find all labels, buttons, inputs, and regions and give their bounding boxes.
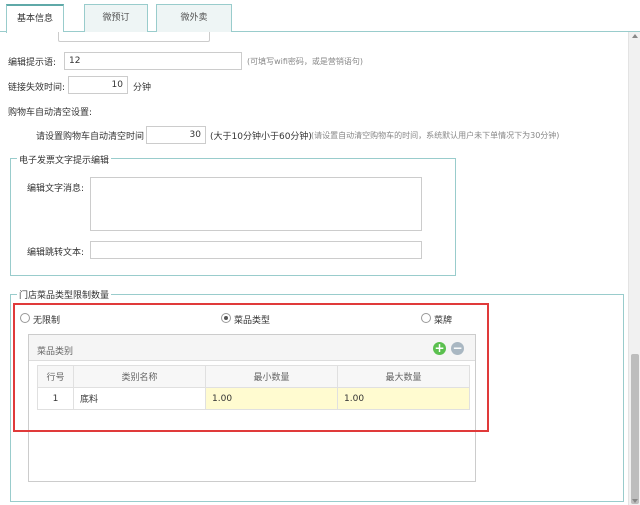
cart-clear-range: (大于10分钟小于60分钟) <box>210 132 312 142</box>
vertical-scrollbar[interactable] <box>628 32 640 505</box>
cart-clear-input[interactable] <box>146 126 206 144</box>
invoice-message-textarea[interactable] <box>90 177 422 231</box>
prompt-label: 编辑提示语: <box>8 58 57 68</box>
tab-micro-takeout[interactable]: 微外卖 <box>156 4 232 32</box>
invoice-jump-label: 编辑跳转文本: <box>27 248 85 258</box>
limit-legend: 门店菜品类型限制数量 <box>17 288 112 301</box>
highlight-box <box>13 303 489 432</box>
invoice-jump-input[interactable] <box>90 241 422 259</box>
link-expire-input[interactable] <box>68 76 128 94</box>
scrollbar-thumb[interactable] <box>631 354 639 504</box>
invoice-message-label: 编辑文字消息: <box>27 184 85 194</box>
cart-clear-title: 购物车自动清空设置: <box>8 108 93 118</box>
cart-clear-label: 请设置购物车自动清空时间 <box>36 132 145 142</box>
scroll-down-icon[interactable] <box>632 499 638 503</box>
tab-bar: 基本信息 微预订 微外卖 <box>0 0 640 33</box>
tab-micro-booking[interactable]: 微预订 <box>84 4 148 32</box>
link-expire-label: 链接失效时间: <box>8 83 66 93</box>
link-expire-unit: 分钟 <box>133 83 152 93</box>
tab-basic-info[interactable]: 基本信息 <box>6 4 64 33</box>
prompt-input[interactable] <box>64 52 242 70</box>
prompt-hint: (可填写wifi密码，或是营销语句) <box>247 57 364 66</box>
scroll-up-icon[interactable] <box>632 34 638 38</box>
collapsed-panel-stub <box>58 32 210 42</box>
invoice-legend: 电子发票文字提示编辑 <box>17 153 112 166</box>
cart-clear-hint: (请设置自动清空购物车的时间，系统默认用户未下单情况下为30分钟) <box>311 131 560 140</box>
